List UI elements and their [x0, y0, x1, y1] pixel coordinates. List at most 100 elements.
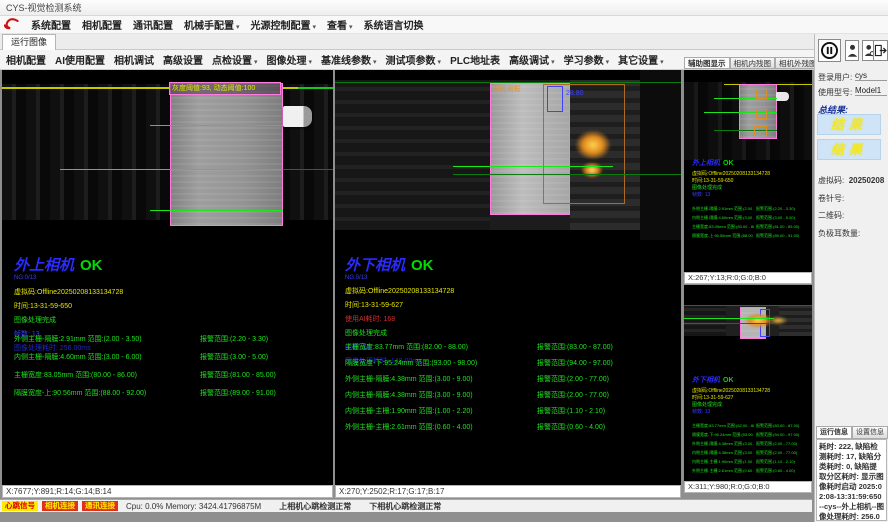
comm-link-badge: 通讯连接 — [82, 501, 118, 511]
measure-value: 内侧主栅-主栅:1.90mm 范围:(1.00 - 2.20) — [345, 406, 537, 416]
result-overlay: 外上相机OK 虚拟码:Offline20250208133134728 时间:1… — [692, 158, 810, 239]
preview-upper-camera[interactable]: 外上相机OK 虚拟码:Offline20250208133134728 时间:1… — [684, 70, 812, 272]
menu-system-config[interactable]: 系统配置 — [31, 17, 71, 32]
tool-advanced-settings[interactable]: 高级设置 — [163, 52, 203, 67]
chevron-down-icon: ▾ — [438, 59, 442, 66]
reference-line-green — [298, 87, 333, 89]
menu-view[interactable]: 查看▾ — [327, 17, 353, 32]
result-badge-lower: 结果 — [817, 139, 881, 160]
alarm-range: 报警范围:(83.00 - 87.00) — [537, 342, 675, 352]
model-label: 使用型号: — [818, 87, 852, 98]
chevron-down-icon: ▾ — [236, 24, 240, 31]
measure-line — [714, 130, 777, 131]
tab-setting-info[interactable]: 设置信息 — [852, 426, 888, 439]
time-text: 时间:13-31-59-627 — [692, 394, 810, 401]
threshold-label-box: 灰度阈值:93, 动态阈值:100 — [169, 82, 281, 95]
status-bar: 心跳信号 相机连接 通讯连接 Cpu: 0.0% Memory: 3424.41… — [0, 499, 812, 512]
done-text: 图像处理完成 — [345, 328, 454, 338]
alarm-range: 报警范围:(81.00 - 85.00) — [200, 370, 326, 380]
measurement-list: 外侧主栅-隔膜:2.91mm 范围:(2.00 - 3.50)报警范围:(2.2… — [692, 206, 810, 239]
tool-ai-config[interactable]: AI使用配置 — [55, 52, 105, 67]
barcode-value: 20250208 — [849, 176, 885, 185]
pause-icon — [820, 41, 839, 60]
menu-robot-config[interactable]: 机械手配置▾ — [184, 17, 240, 32]
menu-comm-config[interactable]: 通讯配置 — [133, 17, 173, 32]
ai-box-label: AI检测框 — [493, 84, 521, 94]
weld-glow — [575, 130, 611, 160]
ng-counter: NG:0/13 — [345, 275, 454, 281]
tool-spot-check[interactable]: 点检设置▾ — [212, 52, 258, 67]
time-text: 时间:13-31-59-627 — [345, 300, 454, 310]
ng-counter: NG:0/13 — [14, 275, 123, 281]
logout-icon — [874, 43, 887, 58]
preview-lower-camera[interactable]: 外下相机OK 虚拟码:Offline20250208133134728 时间:1… — [684, 285, 812, 481]
reference-line-yellow — [2, 87, 333, 89]
ai-time-text: 使用AI耗时: 168 — [345, 314, 454, 324]
tool-plc-address[interactable]: PLC地址表 — [450, 52, 500, 67]
measure-value: 隔膜宽度-下:95.24mm 范围:(93.00 - 98.00) — [345, 358, 537, 368]
chevron-down-icon: ▾ — [313, 24, 317, 31]
menu-language-switch[interactable]: 系统语言切换 — [364, 17, 424, 32]
measure-value: 主栅宽度:83.05mm 范围:(80.00 - 86.00) — [14, 370, 200, 380]
logout-button[interactable] — [873, 40, 888, 61]
camera-result-title: 外上相机OK — [692, 158, 810, 168]
background-texture — [2, 84, 333, 220]
camera-link-badge: 相机连接 — [42, 501, 78, 511]
lower-camera-heartbeat: 下相机心跳检测正常 — [369, 501, 441, 512]
measure-line — [150, 210, 283, 211]
upper-camera-view[interactable]: 灰度阈值:93, 动态阈值:100 外上相机OK NG:0/13 虚拟码:Off… — [2, 70, 333, 485]
tool-advanced-debug[interactable]: 高级调试▾ — [509, 52, 555, 67]
lower-camera-coords: X:270;Y:2502;R:17;G:17;B:17 — [335, 485, 681, 498]
tool-baseline-params[interactable]: 基准线参数▾ — [321, 52, 377, 67]
tab-aux-image[interactable]: 辅助图显示 — [684, 57, 730, 69]
preview-upper-coords: X:267;Y:13;R:0;G:0;B:0 — [684, 272, 812, 284]
roi-box — [756, 89, 767, 99]
user-button[interactable] — [845, 40, 859, 61]
run-log[interactable]: 耗时: 222, 缺陷检测耗时: 17, 缺陷分类耗时: 0, 缺陷提取分区耗时… — [816, 439, 887, 521]
frame-count: 帧数: 13 — [692, 408, 810, 415]
roi-box — [754, 126, 767, 136]
camera-result-title: 外下相机OK — [345, 254, 454, 275]
tool-test-params[interactable]: 测试项参数▾ — [386, 52, 442, 67]
barcode-text: 虚拟码:Offline20250208133134728 — [14, 287, 123, 297]
ok-status: OK — [411, 257, 434, 274]
menu-light-config[interactable]: 光源控制配置▾ — [251, 17, 317, 32]
menu-camera-config[interactable]: 相机配置 — [82, 17, 122, 32]
chevron-down-icon: ▾ — [349, 24, 353, 31]
lower-camera-view[interactable]: 28.80 AI检测框 外下相机OK NG:0/13 虚拟码:Offline20… — [335, 70, 681, 485]
detected-part-region — [170, 83, 283, 226]
barcode-field: 虚拟码: 20250208 — [818, 170, 884, 188]
measure-line — [150, 125, 283, 126]
tool-camera-debug[interactable]: 相机调试 — [114, 52, 154, 67]
chevron-down-icon: ▾ — [254, 59, 258, 66]
alarm-range: 报警范围:(1.10 - 2.10) — [537, 406, 675, 416]
chevron-down-icon: ▾ — [309, 59, 313, 66]
blue-detect-box — [547, 86, 563, 112]
chevron-down-icon: ▾ — [606, 59, 610, 66]
upper-camera-heartbeat: 上相机心跳检测正常 — [279, 501, 351, 512]
login-user-value[interactable]: cys — [855, 71, 887, 81]
measure-line — [453, 174, 681, 175]
tool-camera-config[interactable]: 相机配置 — [6, 52, 46, 67]
roi-box — [756, 109, 767, 119]
measurement-list: 主栅宽度:83.77mm 范围:(82.00 - 88.00)报警范围:(83.… — [345, 342, 675, 432]
time-text: 时间:13-31-59-650 — [14, 301, 123, 311]
measure-line — [714, 98, 777, 99]
pause-button[interactable] — [818, 39, 841, 62]
model-value[interactable]: Model1 — [855, 86, 887, 96]
done-text: 图像处理完成 — [692, 184, 810, 191]
machine-dark-column — [640, 70, 681, 240]
tool-learn-params[interactable]: 学习参数▾ — [564, 52, 610, 67]
tool-image-process[interactable]: 图像处理▾ — [267, 52, 313, 67]
tab-inner-residual[interactable]: 相机内残图 — [730, 57, 776, 69]
login-user-label: 登录用户: — [818, 72, 852, 83]
measure-value: 内侧主栅-隔膜:4.60mm 范围:(3.00 - 6.00) — [14, 352, 200, 362]
tab-run-info[interactable]: 运行信息 — [816, 426, 852, 439]
tool-other-settings[interactable]: 其它设置▾ — [618, 52, 664, 67]
connector-object — [283, 106, 312, 127]
tab-run-image[interactable]: 运行图像 — [2, 34, 56, 50]
done-text: 图像处理完成 — [14, 315, 123, 325]
preview-lower-coords: X:311;Y:980;R:0;G:0;B:0 — [684, 481, 812, 493]
measure-value: 主栅宽度:83.77mm 范围:(82.00 - 88.00) — [345, 342, 537, 352]
result-badge-upper: 结果 — [817, 114, 881, 135]
